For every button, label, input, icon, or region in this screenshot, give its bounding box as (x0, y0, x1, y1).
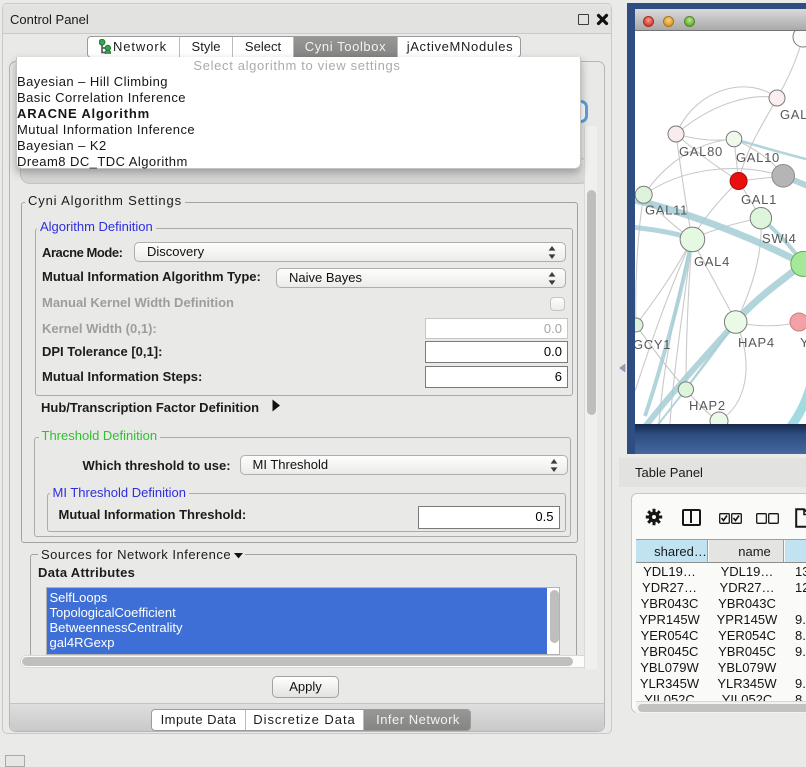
svg-text:GAL: GAL (780, 107, 806, 122)
svg-text:HAP2: HAP2 (689, 398, 726, 413)
svg-text:GAL11: GAL11 (645, 203, 688, 218)
svg-text:GAL1: GAL1 (741, 192, 777, 207)
svg-text:GCY1: GCY1 (635, 337, 671, 352)
svg-text:GAL80: GAL80 (679, 144, 723, 159)
svg-text:Y: Y (800, 335, 806, 350)
svg-text:GAL4: GAL4 (694, 254, 730, 269)
svg-text:HAP4: HAP4 (738, 335, 775, 350)
svg-text:GAL10: GAL10 (736, 150, 780, 165)
svg-text:SWI4: SWI4 (762, 231, 797, 246)
